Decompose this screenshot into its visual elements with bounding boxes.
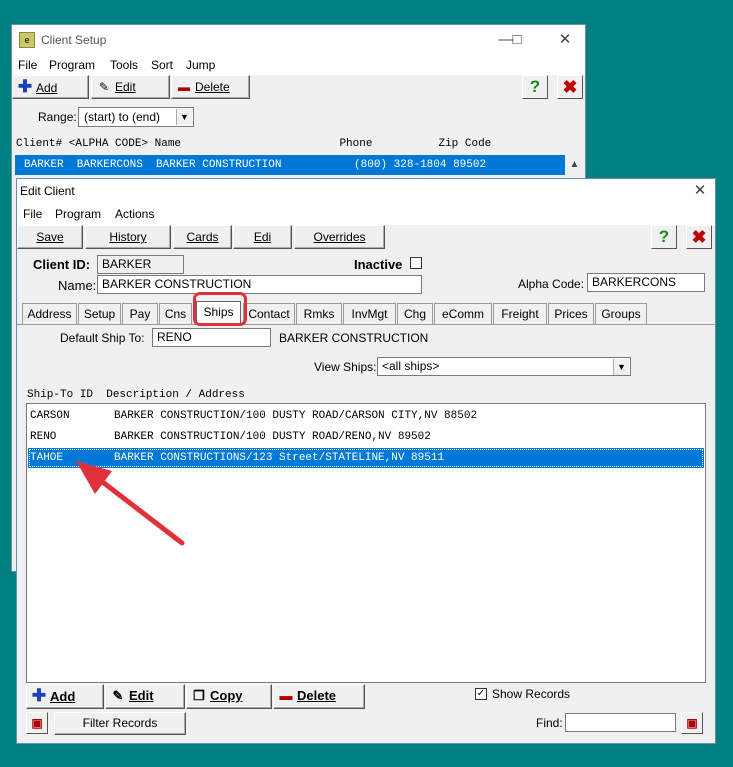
tab-strip: Address Setup Pay Cns Ships Contact Rmks…: [17, 301, 715, 325]
add-button[interactable]: ✚ Add: [12, 75, 89, 99]
scroll-up-icon[interactable]: ▲: [566, 155, 583, 175]
plus-icon: ✚: [17, 77, 33, 96]
find-button[interactable]: ▣: [681, 712, 703, 734]
ships-tab-highlight: [193, 292, 247, 326]
toolbar: ✚ Add ✎ Edit ▬ Delete ? ✖: [12, 75, 585, 101]
plus-icon: ✚: [31, 686, 47, 705]
menu-bar: File Program Actions: [17, 203, 715, 225]
edit-client-window: Edit Client ✕ File Program Actions Save …: [16, 178, 716, 744]
client-row[interactable]: BARKER BARKERCONS BARKER CONSTRUCTION (8…: [15, 155, 565, 175]
tab-chg[interactable]: Chg: [397, 303, 433, 324]
tab-freight[interactable]: Freight: [493, 303, 547, 324]
tab-invmgt[interactable]: InvMgt: [343, 303, 396, 324]
help-button[interactable]: ?: [651, 225, 677, 249]
name-label: Name:: [58, 278, 97, 293]
tab-address[interactable]: Address: [22, 303, 77, 324]
window-title: Client Setup: [41, 33, 107, 47]
filter-icon-button[interactable]: ▣: [26, 712, 48, 734]
inactive-checkbox[interactable]: [410, 257, 422, 269]
client-setup-titlebar[interactable]: e Client Setup — □ ✕: [12, 25, 585, 55]
cards-button[interactable]: Cards: [173, 225, 232, 249]
maximize-icon[interactable]: □: [506, 29, 528, 51]
ship-row-tahoe[interactable]: TAHOE BARKER CONSTRUCTIONS/123 Street/STA…: [28, 448, 704, 468]
menu-program[interactable]: Program: [49, 58, 95, 72]
copy-ship-button[interactable]: ❐ Copy: [186, 684, 272, 709]
client-id-field: BARKER: [97, 255, 184, 274]
toolbar: Save History Cards Edi Overrides ? ✖: [17, 225, 715, 251]
overrides-button[interactable]: Overrides: [294, 225, 385, 249]
default-ship-field[interactable]: RENO: [152, 328, 271, 347]
window-title: Edit Client: [20, 184, 75, 198]
view-ships-select[interactable]: <all ships> ▼: [377, 357, 631, 376]
filter-icon: ▣: [31, 716, 43, 730]
default-ship-label: Default Ship To:: [60, 331, 145, 345]
menu-bar: File Program Tools Sort Jump: [12, 55, 585, 75]
tab-pay[interactable]: Pay: [122, 303, 158, 324]
ship-list[interactable]: CARSON BARKER CONSTRUCTION/100 DUSTY ROAD…: [26, 403, 706, 683]
pencil-icon: ✎: [98, 80, 110, 94]
menu-tools[interactable]: Tools: [110, 58, 138, 72]
menu-sort[interactable]: Sort: [151, 58, 173, 72]
alpha-code-label: Alpha Code:: [518, 277, 585, 291]
search-icon: ▣: [686, 716, 698, 730]
tab-setup[interactable]: Setup: [78, 303, 121, 324]
pencil-icon: ✎: [112, 688, 124, 703]
close-icon[interactable]: ✕: [689, 180, 711, 202]
alpha-code-field[interactable]: BARKERCONS: [587, 273, 705, 292]
find-input[interactable]: [565, 713, 676, 732]
tab-ecomm[interactable]: eComm: [434, 303, 492, 324]
tab-contact[interactable]: Contact: [243, 303, 295, 324]
view-ships-label: View Ships:: [314, 360, 377, 374]
chevron-down-icon[interactable]: ▼: [613, 359, 629, 375]
ship-row-reno[interactable]: RENO BARKER CONSTRUCTION/100 DUSTY ROAD/R…: [28, 427, 704, 447]
column-headers: Client# <ALPHA CODE> Name Phone Zip Code: [16, 138, 492, 150]
close-icon[interactable]: ✕: [554, 29, 576, 51]
eraser-icon: ▬: [178, 80, 190, 94]
show-records-checkbox[interactable]: ✓: [475, 688, 487, 700]
menu-file[interactable]: File: [18, 58, 37, 72]
history-button[interactable]: History: [85, 225, 171, 249]
tab-cns[interactable]: Cns: [159, 303, 192, 324]
add-ship-button[interactable]: ✚ Add: [26, 684, 104, 709]
tab-groups[interactable]: Groups: [595, 303, 647, 324]
edit-client-titlebar[interactable]: Edit Client ✕: [17, 179, 715, 203]
ship-row-carson[interactable]: CARSON BARKER CONSTRUCTION/100 DUSTY ROAD…: [28, 406, 704, 426]
menu-jump[interactable]: Jump: [186, 58, 215, 72]
help-button[interactable]: ?: [522, 75, 548, 99]
save-button[interactable]: Save: [17, 225, 83, 249]
menu-actions[interactable]: Actions: [115, 207, 154, 221]
inactive-label: Inactive: [354, 257, 403, 272]
edit-button[interactable]: ✎ Edit: [91, 75, 170, 99]
delete-button[interactable]: ▬ Delete: [171, 75, 250, 99]
menu-program[interactable]: Program: [55, 207, 101, 221]
filter-records-button[interactable]: Filter Records: [54, 712, 186, 735]
close-record-icon[interactable]: ✖: [557, 75, 583, 99]
tab-rmks[interactable]: Rmks: [296, 303, 342, 324]
find-label: Find:: [536, 716, 563, 730]
default-ship-description: BARKER CONSTRUCTION: [279, 331, 429, 345]
edi-button[interactable]: Edi: [233, 225, 292, 249]
client-id-label: Client ID:: [33, 257, 91, 272]
app-icon: e: [19, 32, 35, 48]
chevron-down-icon[interactable]: ▼: [176, 109, 192, 125]
range-select[interactable]: (start) to (end) ▼: [78, 107, 194, 127]
tab-divider: [17, 324, 715, 325]
edit-ship-button[interactable]: ✎ Edit: [105, 684, 185, 709]
close-record-icon[interactable]: ✖: [686, 225, 712, 249]
show-records-label: Show Records: [492, 687, 571, 701]
eraser-icon: ▬: [279, 688, 293, 703]
tab-prices[interactable]: Prices: [548, 303, 594, 324]
menu-file[interactable]: File: [23, 207, 42, 221]
range-label: Range:: [38, 110, 77, 124]
ship-list-header: Ship-To ID Description / Address: [27, 389, 245, 401]
delete-ship-button[interactable]: ▬ Delete: [273, 684, 365, 709]
name-field[interactable]: BARKER CONSTRUCTION: [97, 275, 422, 294]
copy-icon: ❐: [193, 688, 205, 703]
